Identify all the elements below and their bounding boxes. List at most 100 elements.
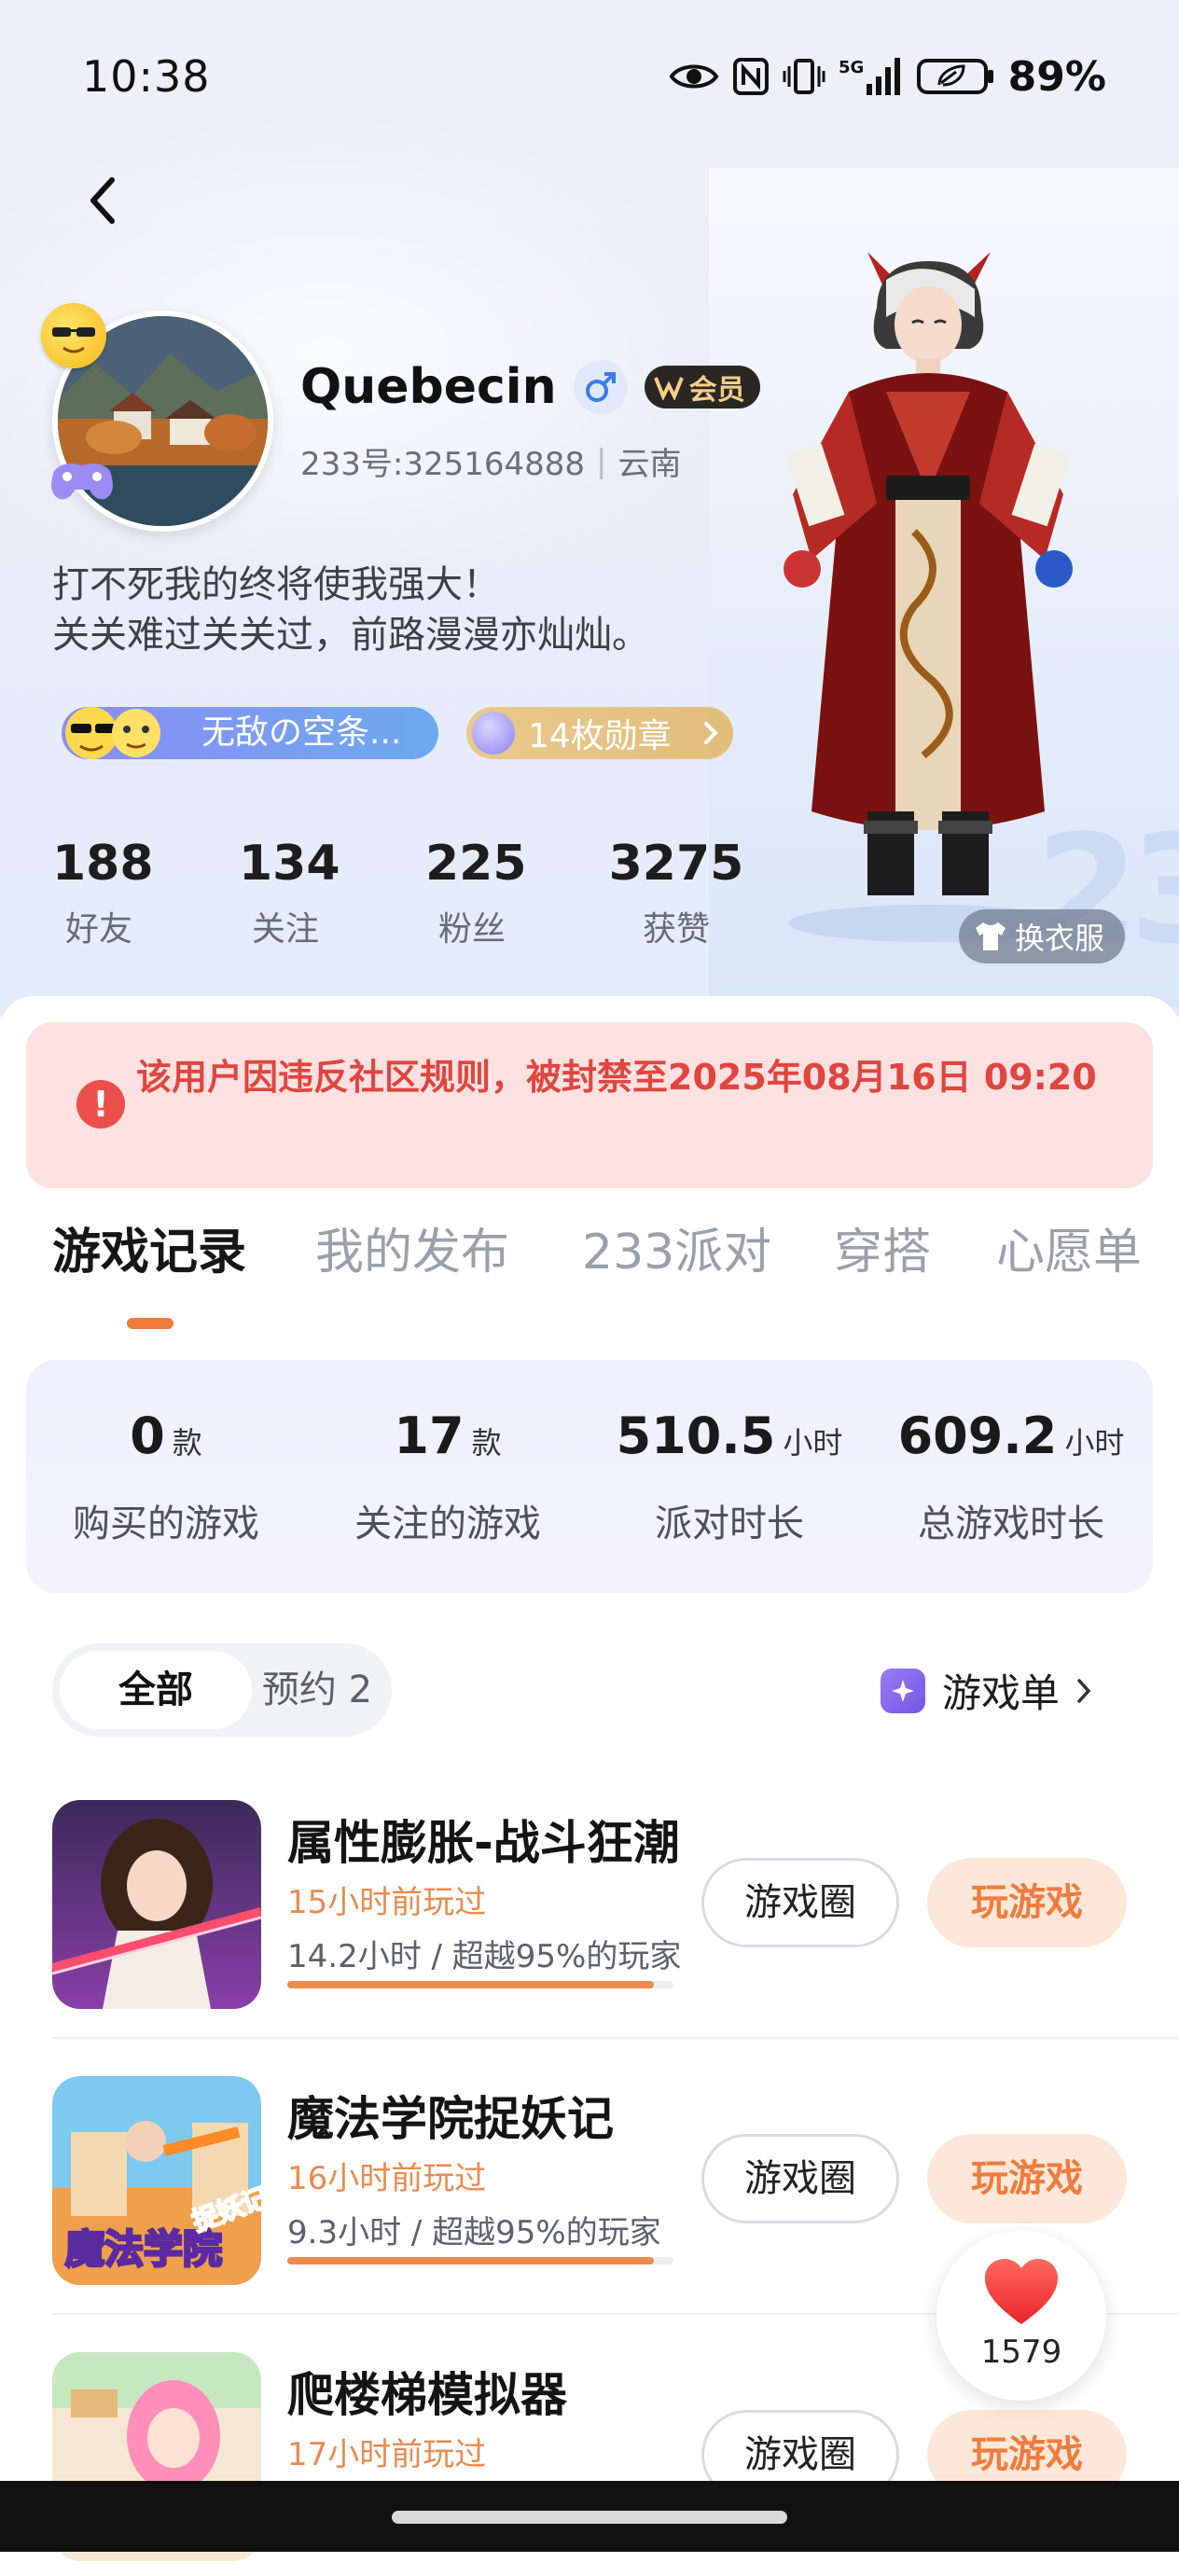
summary-label: 购买的游戏 <box>73 1503 259 1545</box>
summary-party-time: 510.5 小时 派对时长 <box>590 1406 869 1547</box>
game-title: 爬楼梯模拟器 <box>287 2368 567 2422</box>
separator: | <box>596 442 607 480</box>
stat-label: 获赞 <box>642 910 710 949</box>
game-summary-card: 0款 购买的游戏 17 款 关注的游戏 510.5 小时 派对时长 609.2 小时 … <box>26 1360 1153 1593</box>
stat-label: 粉丝 <box>437 910 506 949</box>
game-thumbnail-art: 魔法学院 捉妖记 <box>52 2076 261 2285</box>
active-tab-indicator <box>127 1318 173 1329</box>
title-badge[interactable]: 无敌の空条... <box>62 707 438 759</box>
stat-label: 关注 <box>251 910 319 949</box>
game-list-link[interactable]: 游戏单 <box>881 1662 1091 1719</box>
avatar-container[interactable] <box>41 303 273 532</box>
medal-icon <box>472 712 515 755</box>
battery-icon <box>916 59 993 94</box>
game-last-played: 16小时前玩过 <box>287 2160 487 2197</box>
game-title: 魔法学院捉妖记 <box>287 2092 614 2146</box>
chevron-right-icon <box>1077 1678 1091 1703</box>
tab-wishlist[interactable]: 心愿单 <box>996 1212 1142 1282</box>
summary-unit: 小时 <box>1064 1425 1125 1461</box>
summary-purchased: 0款 购买的游戏 <box>26 1406 306 1547</box>
sparkle-icon <box>881 1668 925 1713</box>
stat-following[interactable]: 134 关注 <box>239 835 340 950</box>
like-button[interactable]: 1579 <box>936 2231 1106 2401</box>
summary-value: 609.2 <box>897 1406 1058 1465</box>
summary-unit: 款 <box>471 1425 502 1461</box>
warning-icon: ! <box>76 1080 125 1129</box>
game-item[interactable]: 属性膨胀-战斗狂潮 15小时前玩过 14.2小时 / 超越95%的玩家 游戏圈 … <box>52 1791 1179 2024</box>
summary-label: 总游戏时长 <box>918 1503 1104 1545</box>
play-progress-bar <box>287 2257 673 2264</box>
tab-outfits[interactable]: 穿搭 <box>834 1212 931 1282</box>
status-icons: 5G 89% <box>669 53 1106 101</box>
filter-reserve[interactable]: 预约 2 <box>243 1651 392 1729</box>
game-thumbnail[interactable] <box>52 1800 261 2009</box>
filter-all[interactable]: 全部 <box>60 1651 252 1729</box>
chevron-right-icon <box>704 722 718 744</box>
game-circle-button[interactable]: 游戏圈 <box>701 1858 899 1947</box>
tab-my-posts[interactable]: 我的发布 <box>315 1212 509 1282</box>
chevron-left-icon <box>90 177 115 224</box>
battery-percent: 89% <box>1007 52 1106 101</box>
play-progress-fill <box>287 1981 655 1988</box>
game-last-played: 15小时前玩过 <box>287 1884 487 1921</box>
game-list-label: 游戏单 <box>942 1670 1061 1716</box>
user-region: 云南 <box>617 446 682 483</box>
play-progress-fill <box>287 2257 655 2264</box>
title-badge-text: 无敌の空条... <box>201 713 402 752</box>
home-indicator[interactable] <box>392 2511 787 2524</box>
game-play-stats: 14.2小时 / 超越95%的玩家 <box>287 1938 682 1975</box>
play-progress-bar <box>287 1981 673 1988</box>
stat-friends[interactable]: 188 好友 <box>52 835 154 950</box>
vibrate-icon <box>783 59 825 94</box>
stat-fans[interactable]: 225 粉丝 <box>425 835 527 950</box>
bio-line-2: 关关难过关关过，前路漫漫亦灿灿。 <box>52 614 649 657</box>
summary-unit: 小时 <box>783 1425 843 1461</box>
stat-value: 134 <box>239 836 340 892</box>
ban-notice: ! 该用户因违反社区规则，被封禁至2025年08月16日 09:20 <box>26 1022 1153 1188</box>
game-title: 属性膨胀-战斗狂潮 <box>287 1816 680 1870</box>
name-row: Quebecin 会员 <box>300 359 760 415</box>
game-filter: 全部 预约 2 <box>52 1643 392 1737</box>
vip-crown-icon <box>653 377 684 400</box>
user-id-row: 233号:325164888 | 云南 <box>300 438 682 484</box>
game-thumbnail[interactable]: 魔法学院 捉妖记 <box>52 2076 261 2285</box>
summary-total-time: 609.2 小时 总游戏时长 <box>871 1406 1151 1547</box>
stat-value: 188 <box>52 836 154 892</box>
play-game-button[interactable]: 玩游戏 <box>927 2134 1127 2223</box>
tab-233-party[interactable]: 233派对 <box>582 1212 771 1282</box>
signal-5g-icon: 5G <box>839 58 900 95</box>
male-gender-icon <box>573 360 628 414</box>
summary-value: 17 <box>394 1406 465 1465</box>
heart-icon <box>985 2259 1058 2324</box>
gamepad-sticker <box>45 452 119 508</box>
eye-icon <box>669 64 719 89</box>
stat-likes[interactable]: 3275 获赞 <box>606 835 746 950</box>
user-name: Quebecin <box>300 359 557 415</box>
bio-line-1: 打不死我的终将使我强大！ <box>52 563 500 606</box>
stat-value: 3275 <box>608 836 744 892</box>
change-outfit-button[interactable]: 换衣服 <box>959 909 1125 963</box>
summary-followed: 17 款 关注的游戏 <box>308 1406 588 1547</box>
summary-value: 510.5 <box>616 1406 776 1465</box>
sunglasses-emoji-sticker <box>41 303 106 368</box>
vip-badge[interactable]: 会员 <box>644 366 760 409</box>
tab-game-records[interactable]: 游戏记录 <box>52 1212 246 1282</box>
play-game-button[interactable]: 玩游戏 <box>927 1858 1127 1947</box>
emoji-faces-icon <box>65 707 160 759</box>
nfc-icon <box>732 58 769 95</box>
game-last-played: 17小时前玩过 <box>287 2436 487 2473</box>
stat-label: 好友 <box>64 910 132 949</box>
back-button[interactable] <box>75 168 131 233</box>
system-navigation-bar <box>0 2481 1179 2552</box>
medals-button[interactable]: 14枚勋章 <box>466 707 733 759</box>
game-play-stats: 9.3小时 / 超越95%的玩家 <box>287 2214 661 2251</box>
status-bar: 10:38 5G 89% <box>82 47 1106 106</box>
svg-text:5G: 5G <box>839 58 864 77</box>
summary-label: 派对时长 <box>655 1503 804 1545</box>
avatar-3d-character[interactable] <box>774 252 1082 942</box>
summary-unit: 款 <box>172 1425 202 1461</box>
game-circle-button[interactable]: 游戏圈 <box>701 2134 899 2223</box>
summary-label: 关注的游戏 <box>354 1503 541 1545</box>
list-divider <box>52 2037 1179 2039</box>
vip-label: 会员 <box>688 374 745 407</box>
